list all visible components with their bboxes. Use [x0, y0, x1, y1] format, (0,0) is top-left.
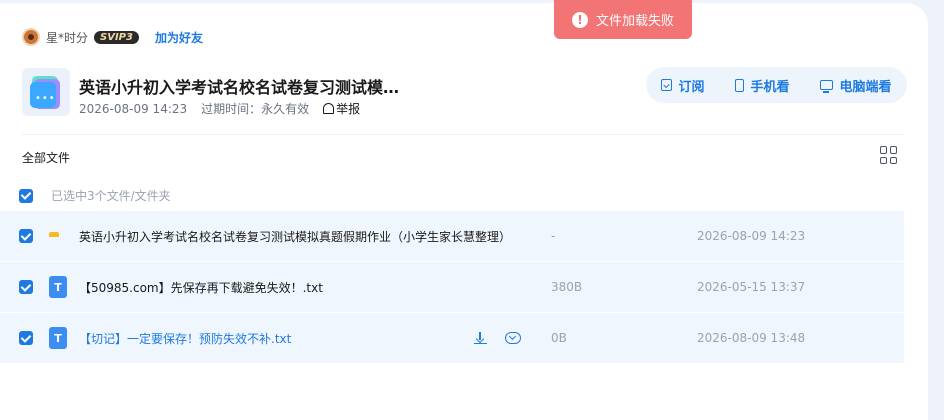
- file-date: 2026-08-09 14:23: [697, 229, 806, 243]
- share-title: 英语小升初入学考试名校名试卷复习测试模…: [79, 78, 400, 97]
- error-toast: ! 文件加载失败: [554, 0, 692, 39]
- share-meta: 2026-08-09 14:23 过期时间：永久有效 举报: [79, 100, 360, 117]
- select-all-checkbox[interactable]: [19, 188, 33, 203]
- row-actions: [474, 331, 521, 345]
- svip-badge: SVIP3: [94, 30, 139, 44]
- file-size: 0B: [551, 331, 567, 345]
- action-bar: 订阅 手机看 电脑端看: [646, 67, 907, 103]
- selected-count: 已选中3个文件/文件夹: [51, 189, 171, 203]
- file-name[interactable]: 英语小升初入学考试名校名试卷复习测试模拟真题假期作业（小学生家长慧整理）: [79, 228, 511, 245]
- bookmark-icon: [661, 79, 673, 91]
- toast-message: 文件加载失败: [595, 14, 674, 29]
- table-row[interactable]: T 【切记】一定要保存！预防失效不补.txt 0B 2026-08-09 13:…: [0, 313, 904, 363]
- divider: [22, 134, 904, 135]
- row-checkbox[interactable]: [19, 331, 33, 345]
- share-date: 2026-08-09 14:23: [79, 101, 188, 116]
- avatar[interactable]: [22, 28, 40, 46]
- subscribe-button[interactable]: 订阅: [661, 76, 705, 95]
- row-checkbox[interactable]: [19, 229, 33, 243]
- sharer-name[interactable]: 星*时分: [46, 29, 88, 46]
- select-all-row: 已选中3个文件/文件夹: [19, 187, 171, 204]
- table-row[interactable]: 英语小升初入学考试名校名试卷复习测试模拟真题假期作业（小学生家长慧整理） - 2…: [0, 211, 904, 261]
- grid-view-icon[interactable]: [880, 146, 898, 164]
- sharer-info: 星*时分 SVIP3 加为好友: [22, 27, 203, 47]
- file-name[interactable]: 【50985.com】先保存再下载避免失效！.txt: [79, 279, 323, 296]
- report-label: 举报: [336, 102, 361, 116]
- txt-file-icon: T: [49, 276, 67, 298]
- file-name[interactable]: 【切记】一定要保存！预防失效不补.txt: [79, 330, 291, 347]
- share-thumbnail: •••: [22, 68, 70, 116]
- report-icon: [323, 103, 335, 114]
- txt-file-icon: T: [49, 327, 67, 349]
- pc-view-button[interactable]: 电脑端看: [820, 76, 892, 95]
- report-link[interactable]: 举报: [323, 100, 360, 117]
- mobile-view-button[interactable]: 手机看: [735, 76, 790, 95]
- save-to-cloud-icon[interactable]: [505, 331, 521, 344]
- file-date: 2026-08-09 13:48: [697, 331, 806, 345]
- table-row[interactable]: T 【50985.com】先保存再下载避免失效！.txt 380B 2026-0…: [0, 262, 904, 312]
- share-expiry: 过期时间：永久有效: [201, 102, 310, 116]
- download-icon[interactable]: [474, 331, 487, 345]
- pc-view-label: 电脑端看: [839, 79, 892, 95]
- mobile-view-label: 手机看: [750, 79, 790, 95]
- file-size: -: [551, 229, 556, 243]
- file-size: 380B: [551, 280, 583, 294]
- file-date: 2026-05-15 13:37: [697, 280, 806, 294]
- all-files-label[interactable]: 全部文件: [22, 149, 70, 166]
- phone-icon: [735, 78, 745, 92]
- add-friend-link[interactable]: 加为好友: [155, 29, 203, 46]
- row-checkbox[interactable]: [19, 280, 33, 294]
- right-gutter: [928, 0, 944, 420]
- alert-circle-icon: !: [571, 11, 588, 28]
- monitor-icon: [820, 80, 834, 93]
- subscribe-label: 订阅: [678, 79, 705, 95]
